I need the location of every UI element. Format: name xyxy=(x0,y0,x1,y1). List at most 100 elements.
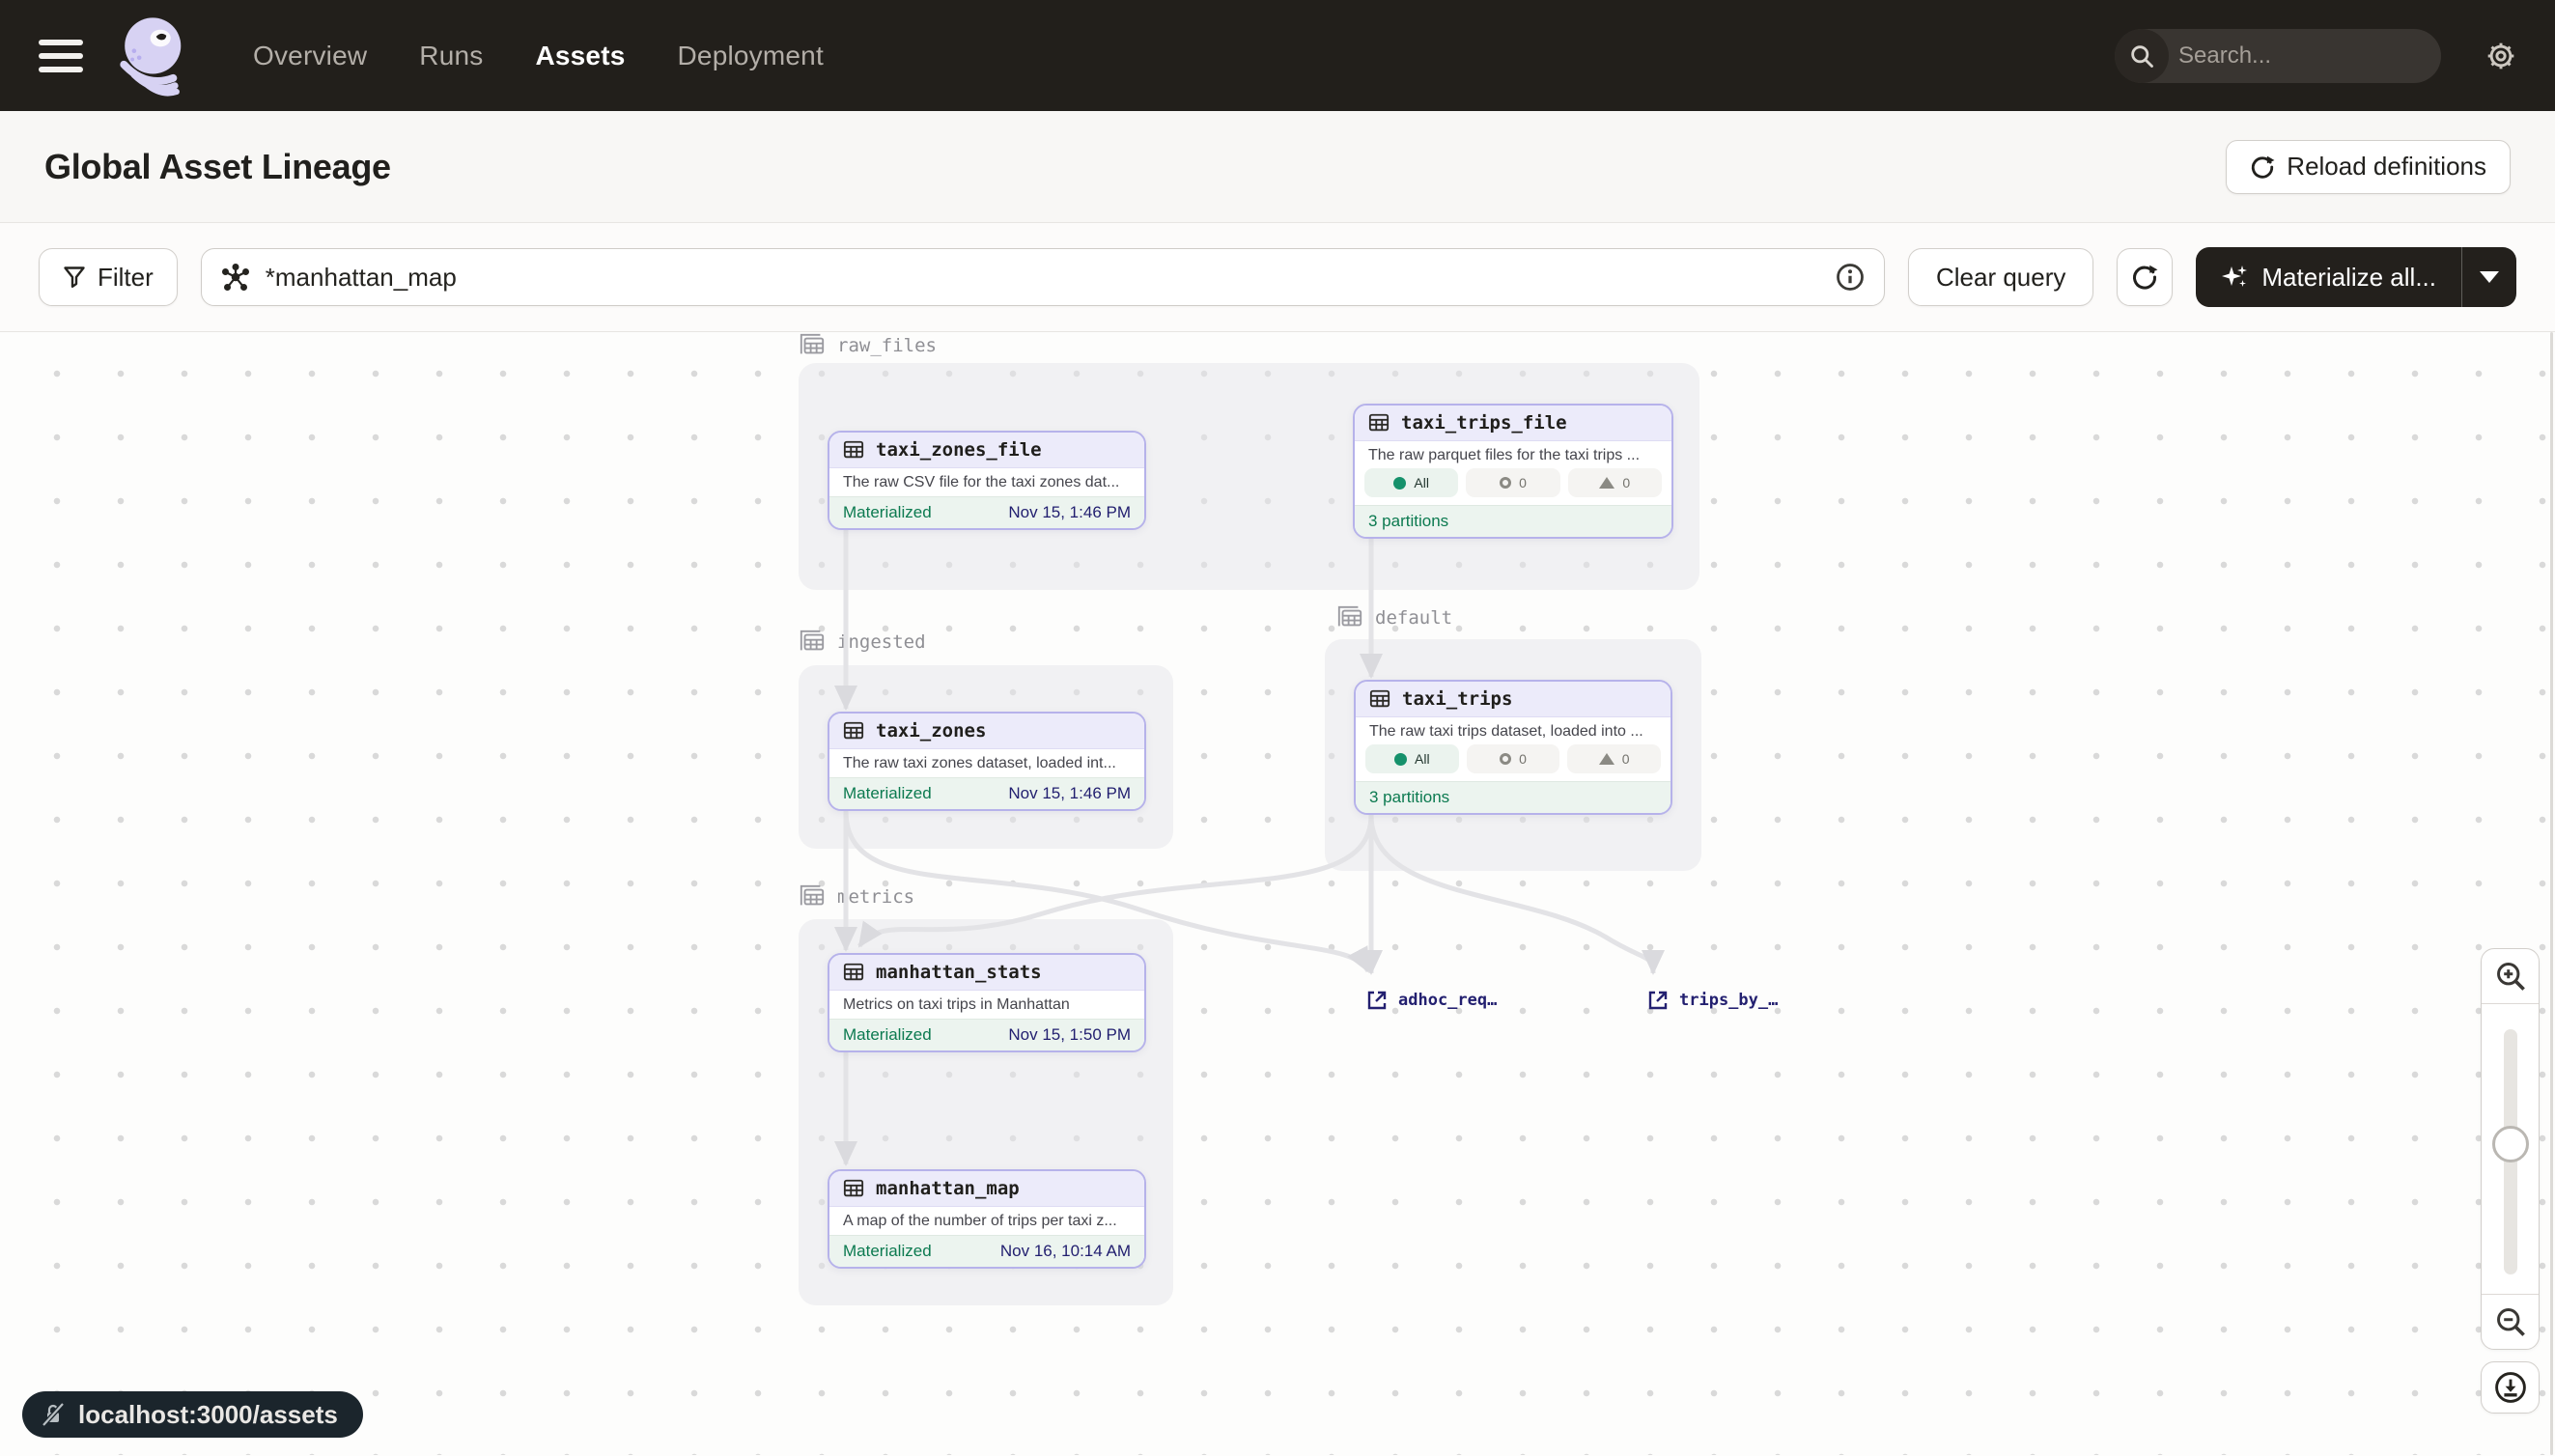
partitions-all-badge[interactable]: All xyxy=(1364,468,1458,497)
nav-item-overview[interactable]: Overview xyxy=(253,41,367,71)
asset-title: taxi_trips xyxy=(1402,688,1512,710)
asset-title: manhattan_map xyxy=(876,1178,1020,1199)
page-title: Global Asset Lineage xyxy=(44,147,391,187)
partitions-failed-badge[interactable]: 0 xyxy=(1568,468,1662,497)
status-badge: Materialized xyxy=(843,1242,932,1261)
clear-query-label: Clear query xyxy=(1936,263,2065,293)
partitions-count: 3 partitions xyxy=(1368,512,1448,531)
lineage-toolbar: Filter Clear query Materialize a xyxy=(0,223,2555,332)
zoom-out-icon xyxy=(2494,1305,2527,1338)
canvas-scrollbar[interactable] xyxy=(2550,332,2553,1455)
materialization-timestamp[interactable]: Nov 15, 1:46 PM xyxy=(1008,503,1131,522)
graph-query-icon xyxy=(221,263,250,292)
table-icon xyxy=(1369,688,1390,710)
external-link-icon xyxy=(1365,989,1389,1012)
asset-node-taxi-zones-file[interactable]: taxi_zones_file The raw CSV file for the… xyxy=(828,431,1146,530)
refresh-graph-button[interactable] xyxy=(2117,248,2173,306)
reload-icon xyxy=(2250,154,2275,180)
partition-health-badges: All 0 0 xyxy=(1356,742,1671,781)
external-asset-trips-by[interactable]: trips_by_… xyxy=(1646,989,1778,1012)
query-info-icon[interactable] xyxy=(1836,263,1865,292)
download-icon xyxy=(2493,1370,2528,1405)
external-link-icon xyxy=(1646,989,1670,1012)
asset-title: taxi_zones xyxy=(876,720,986,742)
status-badge: Materialized xyxy=(843,1025,932,1045)
zoom-out-button[interactable] xyxy=(2482,1294,2539,1349)
partitions-missing-badge[interactable]: 0 xyxy=(1467,744,1560,773)
asset-description: The raw taxi zones dataset, loaded int..… xyxy=(829,749,1144,777)
asset-description: The raw CSV file for the taxi zones dat.… xyxy=(829,468,1144,496)
sparkle-icon xyxy=(2221,264,2248,291)
materialize-all-split-button: Materialize all... xyxy=(2196,247,2516,307)
partition-health-badges: All 0 0 xyxy=(1355,466,1671,505)
asset-description: The raw taxi trips dataset, loaded into … xyxy=(1356,717,1671,742)
zoom-controls-panel xyxy=(2481,948,2540,1350)
asset-title: taxi_trips_file xyxy=(1401,412,1567,434)
triangle-icon xyxy=(1599,477,1614,489)
reload-definitions-button[interactable]: Reload definitions xyxy=(2226,140,2511,194)
materialize-all-button[interactable]: Materialize all... xyxy=(2196,247,2461,307)
table-icon xyxy=(843,1178,864,1199)
partitions-all-badge[interactable]: All xyxy=(1365,744,1459,773)
asset-title: manhattan_stats xyxy=(876,962,1042,983)
clear-query-button[interactable]: Clear query xyxy=(1908,248,2093,306)
octopus-logo-icon xyxy=(112,10,197,102)
zoom-slider-thumb[interactable] xyxy=(2492,1126,2529,1162)
chevron-down-icon xyxy=(2480,271,2499,283)
materialization-timestamp[interactable]: Nov 15, 1:50 PM xyxy=(1008,1025,1131,1045)
refresh-icon xyxy=(2131,264,2158,291)
asset-node-manhattan-map[interactable]: manhattan_map A map of the number of tri… xyxy=(828,1169,1146,1269)
external-asset-adhoc-request[interactable]: adhoc_req… xyxy=(1365,989,1497,1012)
materialize-dropdown-button[interactable] xyxy=(2462,247,2516,307)
global-search[interactable]: / xyxy=(2115,29,2441,83)
asset-query-field[interactable] xyxy=(201,248,1885,306)
asset-node-taxi-trips-file[interactable]: taxi_trips_file The raw parquet files fo… xyxy=(1353,404,1673,539)
zoom-in-button[interactable] xyxy=(2482,949,2539,1004)
search-icon xyxy=(2115,29,2169,83)
nav-item-deployment[interactable]: Deployment xyxy=(678,41,824,71)
partitions-failed-badge[interactable]: 0 xyxy=(1567,744,1661,773)
green-dot-icon xyxy=(1394,753,1407,766)
external-asset-label: adhoc_req… xyxy=(1398,991,1497,1010)
dagster-logo[interactable] xyxy=(112,10,197,102)
lineage-canvas[interactable]: raw_files ingested default metrics xyxy=(0,332,2555,1455)
table-icon xyxy=(843,439,864,461)
table-icon xyxy=(843,720,864,742)
green-dot-icon xyxy=(1393,477,1406,490)
triangle-icon xyxy=(1599,753,1614,765)
table-icon xyxy=(843,962,864,983)
asset-description: Metrics on taxi trips in Manhattan xyxy=(829,991,1144,1019)
menu-hamburger-icon[interactable] xyxy=(39,40,83,72)
settings-gear-icon[interactable] xyxy=(2485,41,2516,71)
funnel-icon xyxy=(63,266,86,289)
asset-title: taxi_zones_file xyxy=(876,439,1042,461)
asset-node-taxi-zones[interactable]: taxi_zones The raw taxi zones dataset, l… xyxy=(828,712,1146,811)
table-icon xyxy=(1368,412,1390,434)
asset-query-input[interactable] xyxy=(266,263,1820,293)
ring-icon xyxy=(1500,753,1511,765)
top-nav: Overview Runs Assets Deployment / xyxy=(0,0,2555,111)
asset-node-taxi-trips[interactable]: taxi_trips The raw taxi trips dataset, l… xyxy=(1354,680,1672,815)
zoom-in-icon xyxy=(2494,960,2527,993)
search-input[interactable] xyxy=(2169,42,2441,70)
partitions-missing-badge[interactable]: 0 xyxy=(1466,468,1559,497)
ring-icon xyxy=(1500,477,1511,489)
download-graph-button[interactable] xyxy=(2481,1361,2540,1414)
nav-item-runs[interactable]: Runs xyxy=(419,41,483,71)
materialization-timestamp[interactable]: Nov 16, 10:14 AM xyxy=(1000,1242,1131,1261)
page-header: Global Asset Lineage Reload definitions xyxy=(0,111,2555,223)
partitions-count: 3 partitions xyxy=(1369,788,1449,807)
reload-label: Reload definitions xyxy=(2287,152,2486,182)
insecure-lock-icon xyxy=(40,1401,67,1428)
nav-item-assets[interactable]: Assets xyxy=(535,41,625,71)
asset-description: A map of the number of trips per taxi z.… xyxy=(829,1207,1144,1235)
nav-links: Overview Runs Assets Deployment xyxy=(253,41,824,71)
status-badge: Materialized xyxy=(843,503,932,522)
status-badge: Materialized xyxy=(843,784,932,803)
filter-button[interactable]: Filter xyxy=(39,248,178,306)
zoom-slider[interactable] xyxy=(2482,1004,2539,1294)
external-asset-label: trips_by_… xyxy=(1679,991,1778,1010)
materialization-timestamp[interactable]: Nov 15, 1:46 PM xyxy=(1008,784,1131,803)
asset-node-manhattan-stats[interactable]: manhattan_stats Metrics on taxi trips in… xyxy=(828,953,1146,1052)
browser-status-bubble: localhost:3000/assets xyxy=(22,1391,363,1438)
